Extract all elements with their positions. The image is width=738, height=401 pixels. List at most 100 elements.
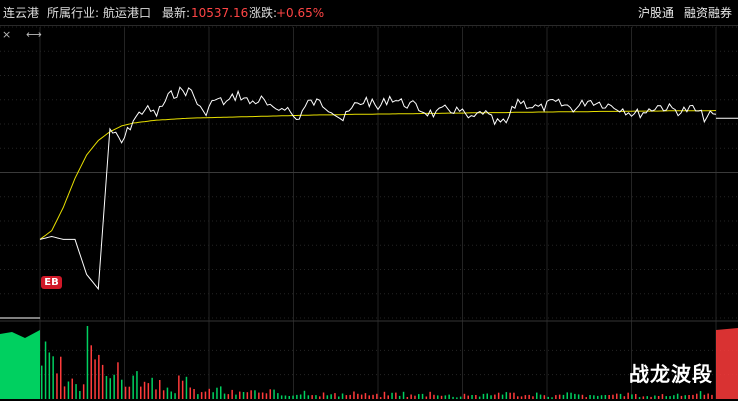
volume-bar [67, 381, 70, 399]
volume-bar [494, 394, 496, 399]
volume-bar [539, 394, 542, 399]
volume-bar [94, 359, 96, 399]
volume-bar [178, 375, 180, 399]
volume-bar [509, 392, 511, 399]
volume-bar [246, 392, 249, 399]
stock-name[interactable]: 连云港 [3, 0, 39, 26]
volume-bar [635, 394, 637, 399]
volume-bar [79, 391, 81, 399]
volume-bar [402, 391, 405, 399]
volume-bar [341, 393, 344, 399]
intraday-chart[interactable] [0, 0, 738, 401]
volume-bar [456, 397, 458, 399]
volume-bar [478, 396, 481, 399]
volume-bar [143, 381, 146, 399]
volume-bar [703, 394, 706, 399]
volume-bar [577, 394, 580, 399]
volume-bar [414, 395, 416, 399]
volume-bar [684, 395, 686, 399]
close-icon[interactable]: × [2, 28, 11, 42]
volume-bar [471, 395, 473, 399]
eb-badge[interactable]: EB [41, 276, 62, 289]
volume-bar [326, 395, 329, 399]
volume-bar [680, 395, 683, 399]
volume-bar [368, 395, 370, 399]
expand-icon[interactable]: ⟷ [26, 28, 42, 42]
volume-bar [71, 378, 73, 399]
volume-bar [159, 380, 161, 399]
volume-bar [292, 395, 294, 399]
volume-bar [619, 393, 622, 399]
volume-bar [463, 393, 466, 399]
volume-bar [128, 386, 131, 399]
volume-bar [699, 391, 702, 399]
volume-bar [543, 395, 546, 399]
volume-bar [513, 392, 515, 399]
volume-bar [433, 394, 435, 399]
volume-bar [688, 395, 690, 399]
volume-bar [444, 395, 447, 399]
volume-bar [334, 393, 336, 399]
volume-bar [288, 396, 290, 399]
volume-bar [254, 390, 256, 399]
volume-bar [220, 386, 222, 399]
volume-bar [109, 378, 111, 399]
volume-bar [353, 391, 355, 399]
volume-bar [56, 373, 58, 399]
change-value: +0.65% [276, 6, 325, 20]
volume-bar [330, 394, 332, 399]
volume-bar [562, 394, 565, 399]
volume-bar [467, 395, 469, 399]
volume-bar [555, 395, 557, 399]
volume-bar [299, 394, 302, 399]
volume-bar [566, 392, 568, 399]
volume-bar [418, 394, 420, 399]
volume-bar [696, 393, 698, 399]
volume-bar [379, 397, 382, 399]
volume-bar [48, 352, 51, 399]
volume-bar [239, 391, 241, 399]
volume-bar [136, 371, 138, 399]
volume-bar [101, 364, 104, 399]
chart-toolbar: × ⟷ [0, 26, 42, 42]
volume-bar [558, 394, 561, 399]
volume-bar [193, 389, 195, 399]
volume-bar [585, 397, 587, 399]
margin-trading-link[interactable]: 融资融券 [684, 0, 732, 26]
quote-header: 连云港 所属行业: 航运港口 最新: 10537.16 涨跌: +0.65% 沪… [0, 0, 738, 26]
volume-bar [410, 394, 412, 399]
volume-bar [623, 396, 626, 399]
volume-bar [570, 392, 572, 399]
watermark-text: 战龙波段 [629, 362, 713, 386]
volume-bar [593, 395, 595, 399]
volume-bar [208, 388, 210, 399]
industry-value[interactable]: 航运港口 [103, 0, 151, 26]
volume-bar [654, 395, 656, 399]
volume-bar [364, 393, 367, 399]
volume-bar [372, 394, 374, 399]
volume-bar [505, 392, 508, 399]
volume-bar [642, 396, 645, 399]
volume-bar [273, 389, 275, 399]
volume-bar [360, 394, 363, 399]
shanghai-connect-link[interactable]: 沪股通 [638, 0, 674, 26]
volume-bar [387, 395, 389, 399]
volume-bar [631, 394, 633, 399]
volume-bar [627, 392, 629, 399]
volume-bar [162, 390, 165, 399]
volume-bar [650, 396, 652, 399]
volume-bar [200, 392, 203, 399]
volume-bar [90, 345, 92, 399]
volume-bar [547, 396, 549, 399]
volume-bar [113, 374, 115, 399]
volume-bar [501, 394, 504, 399]
volume-bar [349, 394, 351, 399]
volume-bar [520, 396, 523, 399]
volume-bar [197, 394, 199, 399]
volume-bar [216, 387, 218, 399]
volume-bar [44, 341, 47, 399]
volume-bar [383, 391, 386, 399]
volume-bar [265, 393, 268, 399]
volume-bar [82, 384, 85, 399]
volume-bar [235, 394, 237, 399]
